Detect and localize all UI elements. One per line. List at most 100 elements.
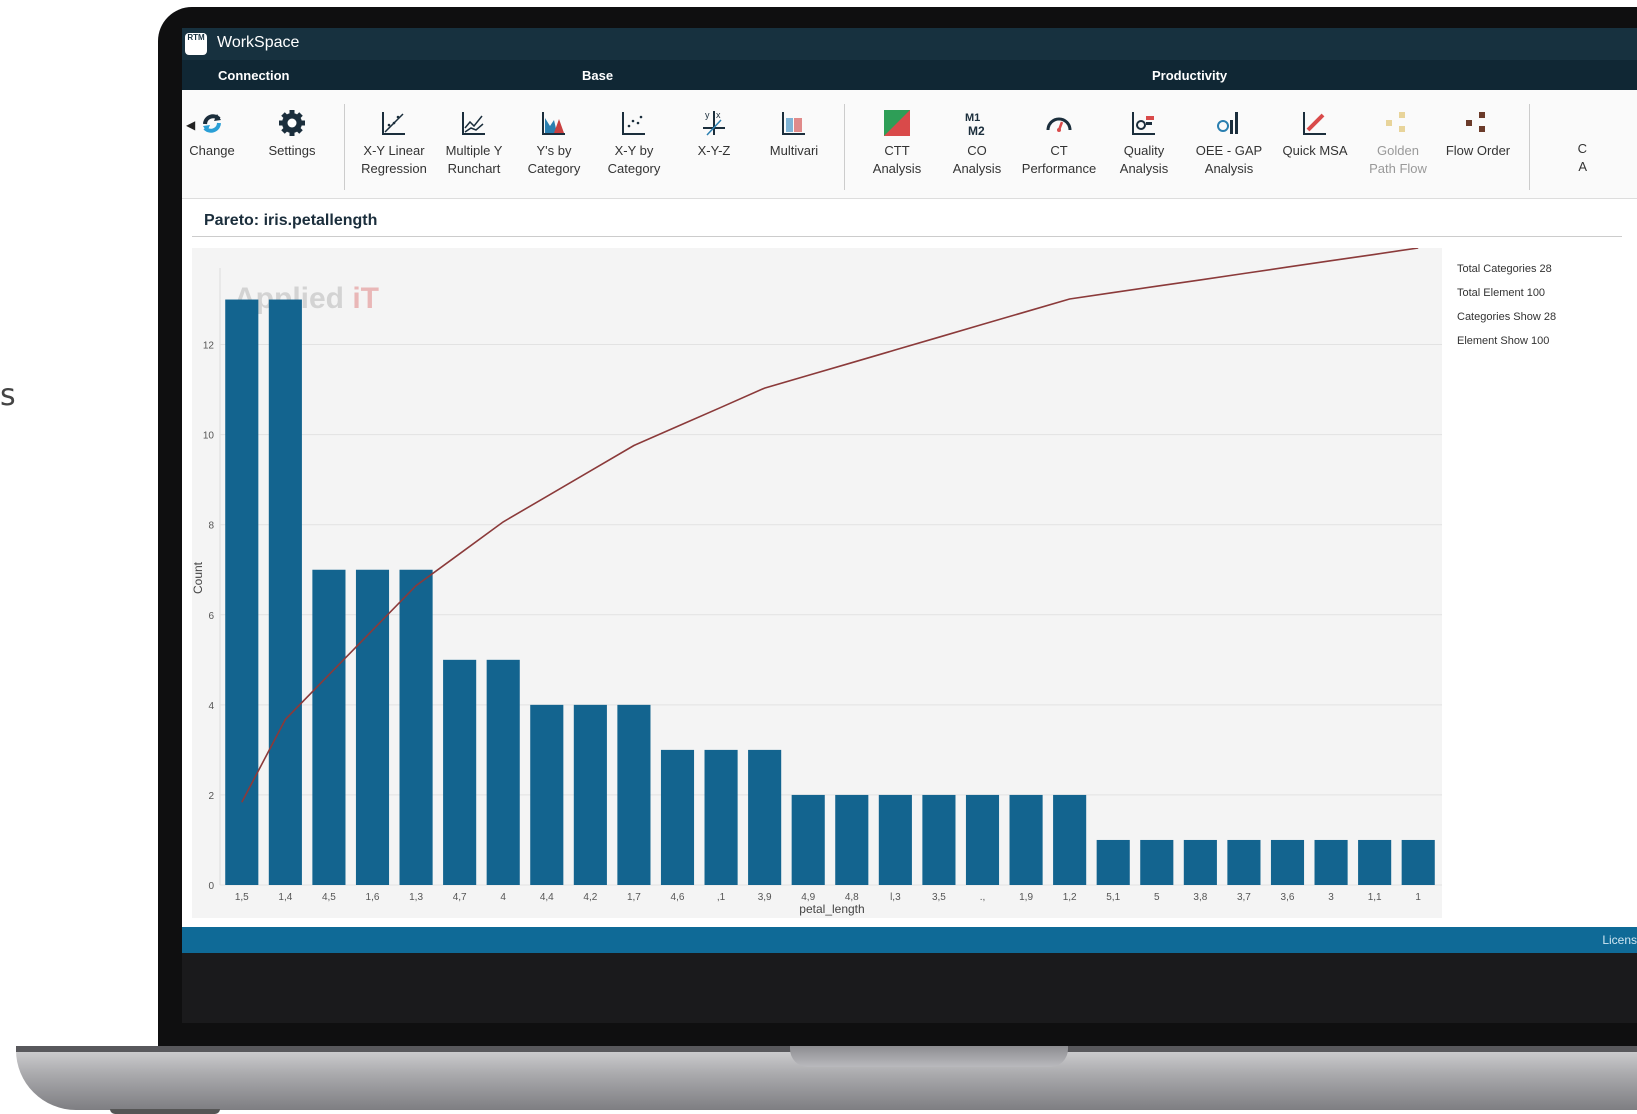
bar (486, 659, 520, 885)
bar (1009, 794, 1043, 885)
title-bar: RTM WorkSpace (182, 28, 1637, 60)
xyz-button[interactable]: xy X-Y-Z (674, 108, 754, 160)
quick-msa-button[interactable]: Quick MSA (1275, 108, 1355, 160)
chart-svg: Applied iT 1,5 1,4 4,5 1,6 1,3 4,7 4 4,4 4,2 1,7 4… (191, 247, 1442, 916)
oee-label: OEE - GAP Analysis (1195, 143, 1263, 176)
x-tick-label: 4,2 (583, 892, 597, 903)
x-tick-label: 4 (500, 892, 506, 903)
bar (573, 704, 607, 885)
bar (878, 794, 912, 885)
bar (1227, 839, 1261, 885)
xy-linear-regression-button[interactable]: X-Y Linear Regression (354, 108, 434, 178)
bar (530, 704, 564, 885)
x-tick-label: 3,7 (1237, 892, 1251, 903)
x-tick-label: 3,8 (1193, 892, 1207, 903)
bar (1358, 839, 1392, 885)
bar (355, 569, 390, 885)
background-text-fragment: s (0, 378, 16, 413)
bar (1183, 839, 1217, 885)
panel-title: Pareto: iris.petallength (204, 212, 378, 229)
group-productivity: Productivity (1152, 68, 1228, 83)
x-tick-label: 4,5 (322, 892, 336, 903)
oee-bar-icon (1217, 112, 1238, 134)
x-tick-label: 1,5 (235, 892, 249, 903)
y-tick-label: 10 (203, 431, 215, 442)
x-tick-label: 1,3 (409, 892, 423, 903)
quality-analysis-button[interactable]: Quality Analysis (1104, 108, 1184, 178)
area-chart-icon (542, 112, 565, 135)
ct-performance-button[interactable]: CT Performance (1019, 108, 1099, 178)
bar (835, 794, 869, 885)
oee-gap-analysis-button[interactable]: OEE - GAP Analysis (1189, 108, 1269, 178)
flow-order-label: Flow Order (1445, 143, 1511, 158)
bar (617, 704, 651, 885)
stat-total-element: Total Element 100 (1457, 287, 1546, 299)
x-axis-label: petal_length (799, 902, 864, 916)
ribbon-group-bar: Connection Base Productivity (182, 60, 1637, 90)
screen-lower-bezel (182, 953, 1637, 1023)
x-tick-label: 4,7 (453, 892, 467, 903)
heatmap-icon (782, 112, 805, 135)
y-tick-label: 0 (208, 881, 214, 892)
bar (225, 299, 259, 886)
x-tick-label: 4,6 (671, 892, 685, 903)
y-axis-label: Count (192, 561, 205, 594)
y-tick-label: 6 (208, 611, 214, 622)
x-tick-label: 1,6 (366, 892, 380, 903)
svg-text:M1: M1 (965, 112, 980, 124)
cut-off-label: C A (1577, 141, 1587, 174)
x-tick-label: 3 (1328, 892, 1334, 903)
bar (312, 569, 346, 885)
laptop-foot (110, 1109, 220, 1114)
co-analysis-button[interactable]: M1 M2 CO Analysis (937, 108, 1017, 178)
settings-button[interactable]: Settings (252, 108, 332, 160)
bar (443, 659, 477, 885)
cut-off-button[interactable]: C A (1527, 140, 1587, 176)
ys-by-category-label: Y's by Category (527, 143, 581, 176)
xy-by-category-label: X-Y by Category (607, 143, 661, 176)
ctt-icon (884, 110, 910, 136)
quality-icon (1132, 112, 1155, 135)
flow-order-button[interactable]: Flow Order (1438, 108, 1518, 160)
refresh-icon (203, 114, 221, 133)
multivari-label: Multivari (769, 143, 819, 158)
bar (1270, 839, 1305, 885)
x-tick-label: 3,6 (1281, 892, 1295, 903)
bar (399, 569, 433, 885)
xyz-label: X-Y-Z (697, 143, 731, 158)
scatter-icon (622, 112, 645, 135)
bar (1314, 839, 1348, 885)
x-tick-label: 1,9 (1019, 892, 1033, 903)
ys-by-category-button[interactable]: Y's by Category (514, 108, 594, 178)
bar (791, 794, 825, 885)
chart-stats-panel: Total Categories 28 Total Element 100 Ca… (1457, 263, 1556, 359)
bar (268, 299, 302, 886)
multivari-button[interactable]: Multivari (754, 108, 834, 160)
ctt-analysis-button[interactable]: CTT Analysis (857, 108, 937, 178)
ribbon-toolbar: ◀ Change Settings X-Y Linear Regression … (182, 90, 1637, 199)
xy-linear-label: X-Y Linear Regression (361, 143, 427, 176)
change-label: Change (189, 143, 235, 158)
ct-performance-label: CT Performance (1021, 143, 1097, 176)
change-button[interactable]: Change (182, 108, 252, 160)
license-text: Licens (1602, 933, 1637, 947)
scatter-line-icon (382, 112, 405, 135)
group-connection: Connection (218, 68, 290, 83)
xyz-axes-icon: xy (703, 110, 725, 136)
pareto-chart: Applied iT 1,5 1,4 4,5 1,6 1,3 4,7 4 4,4 4,2 1,7 4… (191, 247, 1442, 918)
y-tick-label: 8 (208, 521, 214, 532)
y-tick-label: 12 (203, 341, 215, 352)
svg-text:x: x (716, 110, 721, 120)
svg-text:y: y (705, 110, 710, 120)
bar (704, 749, 738, 885)
bar (922, 794, 956, 885)
multiple-y-runchart-button[interactable]: Multiple Y Runchart (434, 108, 514, 178)
x-tick-label: ,1 (717, 892, 726, 903)
settings-label: Settings (268, 143, 316, 158)
golden-path-flow-button[interactable]: Golden Path Flow (1358, 108, 1438, 178)
xy-by-category-button[interactable]: X-Y by Category (594, 108, 674, 178)
golden-path-label: Golden Path Flow (1369, 143, 1427, 176)
x-tick-label: 3,9 (758, 892, 772, 903)
bar (965, 794, 1000, 885)
x-tick-label: 1,7 (627, 892, 641, 903)
